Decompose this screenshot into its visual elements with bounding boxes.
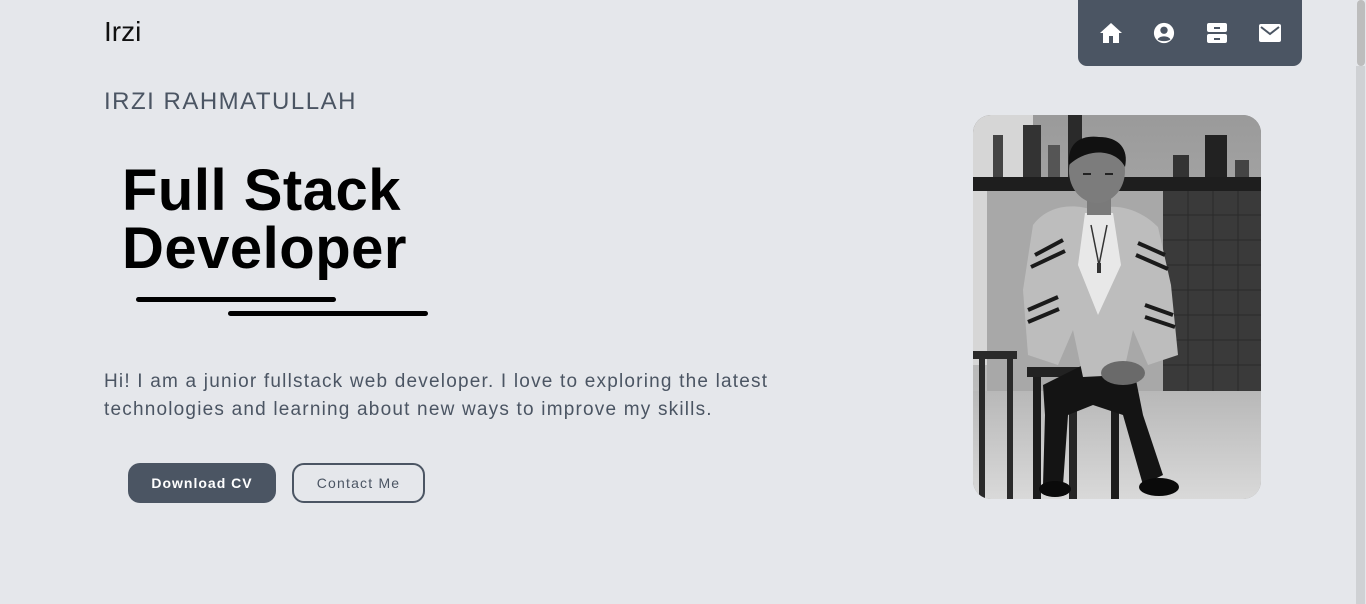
hero-name: IRZI RAHMATULLAH bbox=[104, 88, 357, 115]
page: Irzi IRZI RAHMATULLAH Full Stack Develop… bbox=[0, 0, 1366, 604]
hero-intro: Hi! I am a junior fullstack web develope… bbox=[104, 371, 769, 420]
nav-home[interactable] bbox=[1091, 13, 1131, 53]
contact-me-button[interactable]: Contact Me bbox=[292, 463, 425, 503]
scrollbar-thumb[interactable] bbox=[1357, 0, 1365, 66]
nav-portfolio[interactable] bbox=[1197, 13, 1237, 53]
download-cv-button[interactable]: Download CV bbox=[128, 463, 276, 503]
nav-about[interactable] bbox=[1144, 13, 1184, 53]
title-underline-2 bbox=[228, 311, 428, 316]
user-icon bbox=[1153, 22, 1174, 44]
home-icon bbox=[1099, 23, 1122, 43]
title-underline-1 bbox=[136, 297, 336, 302]
hero-title-line1: Full Stack bbox=[122, 158, 401, 223]
nav-contact[interactable] bbox=[1250, 13, 1290, 53]
portrait-photo bbox=[973, 115, 1261, 499]
mail-icon bbox=[1258, 24, 1281, 42]
hero-title: Full Stack Developer bbox=[122, 162, 407, 278]
hero-title-line2: Developer bbox=[122, 216, 407, 281]
top-nav bbox=[1078, 0, 1302, 66]
brand-logo[interactable]: Irzi bbox=[104, 16, 141, 48]
scrollbar-rail bbox=[1356, 66, 1365, 604]
archive-icon bbox=[1206, 23, 1227, 43]
